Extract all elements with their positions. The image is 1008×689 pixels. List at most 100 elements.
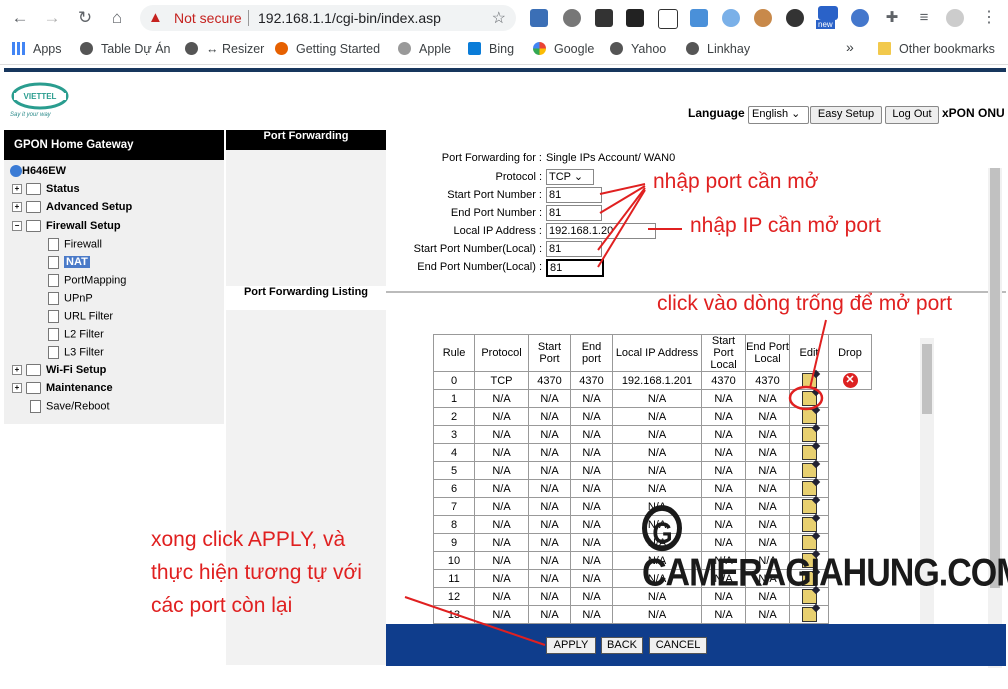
check-extension-icon[interactable]: [626, 9, 644, 27]
home-icon[interactable]: ⌂: [107, 8, 127, 28]
table-row[interactable]: 5 N/A N/A N/A N/A N/A N/A: [433, 461, 872, 480]
sidebar-item-nat[interactable]: NAT: [48, 256, 90, 269]
edit-cell[interactable]: [789, 407, 829, 426]
collapse-icon[interactable]: −: [12, 221, 22, 232]
edit-cell[interactable]: [789, 479, 829, 498]
table-cell: N/A: [528, 515, 571, 534]
delete-icon[interactable]: ✕: [842, 373, 858, 388]
reload-icon[interactable]: ↻: [75, 8, 95, 28]
url-text[interactable]: 192.168.1.1/cgi-bin/index.asp: [258, 10, 441, 26]
table-row[interactable]: 3 N/A N/A N/A N/A N/A N/A: [433, 425, 872, 444]
address-bar[interactable]: ▲ Not secure 192.168.1.1/cgi-bin/index.a…: [140, 5, 516, 31]
drop-cell[interactable]: ✕: [828, 371, 872, 390]
avatar[interactable]: [946, 9, 964, 27]
logout-button[interactable]: Log Out: [885, 106, 939, 124]
edit-icon[interactable]: [801, 409, 817, 424]
media-icon[interactable]: ≡: [915, 9, 933, 27]
start-local-input[interactable]: 81: [546, 241, 602, 257]
table-row[interactable]: 2 N/A N/A N/A N/A N/A N/A: [433, 407, 872, 426]
device-node[interactable]: H646EW: [10, 165, 66, 178]
sidebar-item-l3-filter[interactable]: L3 Filter: [48, 346, 104, 359]
bookmark-bing[interactable]: Bing: [468, 42, 514, 56]
edit-icon[interactable]: [801, 445, 817, 460]
sidebar-item-portmapping[interactable]: PortMapping: [48, 274, 126, 287]
table-cell: N/A: [612, 461, 702, 480]
start-port-input[interactable]: 81: [546, 187, 602, 203]
local-ip-input[interactable]: 192.168.1.20: [546, 223, 656, 239]
easy-setup-button[interactable]: Easy Setup: [810, 106, 882, 124]
table-row[interactable]: 4 N/A N/A N/A N/A N/A N/A: [433, 443, 872, 462]
sidebar-item-wifi[interactable]: + Wi-Fi Setup: [12, 364, 106, 377]
puzzle-icon[interactable]: ✚: [883, 9, 901, 27]
edit-cell[interactable]: [789, 605, 829, 624]
bookmark-linkhay[interactable]: Linkhay: [686, 42, 750, 56]
bookmark-google[interactable]: Google: [533, 42, 594, 56]
sidebar-item-l2-filter[interactable]: L2 Filter: [48, 328, 104, 341]
table-cell: 4370: [570, 371, 613, 390]
edit-icon[interactable]: [801, 373, 817, 388]
back-button[interactable]: BACK: [601, 637, 643, 654]
edit-cell[interactable]: [789, 389, 829, 408]
edit-icon[interactable]: [801, 463, 817, 478]
bookmark-getting-started[interactable]: Getting Started: [275, 42, 380, 56]
gear-extension-icon[interactable]: [563, 9, 581, 27]
table-row[interactable]: 0 TCP 4370 4370 192.168.1.201 4370 4370 ✕: [433, 371, 872, 390]
bookmark-resizer[interactable]: ↔ Resizer: [185, 42, 264, 56]
table-row[interactable]: 1 N/A N/A N/A N/A N/A N/A: [433, 389, 872, 408]
extension-icon[interactable]: [530, 9, 548, 27]
m-extension-icon[interactable]: [595, 9, 613, 27]
more-bookmarks[interactable]: »: [846, 39, 854, 55]
sidebar-item-firewall[interactable]: Firewall: [48, 238, 102, 251]
edit-icon[interactable]: [801, 481, 817, 496]
edit-cell[interactable]: [789, 461, 829, 480]
sidebar-item-firewall-setup[interactable]: − Firewall Setup: [12, 220, 121, 233]
table-row[interactable]: 13 N/A N/A N/A N/A N/A N/A: [433, 605, 872, 624]
cloud-extension-icon[interactable]: [722, 9, 740, 27]
cookie-extension-icon[interactable]: [754, 9, 772, 27]
edit-cell[interactable]: [789, 371, 829, 390]
cancel-button[interactable]: CANCEL: [649, 637, 707, 654]
sidebar-item-advanced[interactable]: + Advanced Setup: [12, 201, 132, 214]
bookmark-yahoo[interactable]: Yahoo: [610, 42, 666, 56]
protocol-select[interactable]: TCP ⌄: [546, 169, 594, 185]
bookmark-star-icon[interactable]: ☆: [492, 8, 506, 28]
security-warning[interactable]: Not secure: [174, 10, 242, 26]
bookmark-table[interactable]: Table Dự Án: [80, 42, 171, 56]
edit-icon[interactable]: [801, 427, 817, 442]
back-icon[interactable]: ←: [10, 8, 30, 28]
end-local-input[interactable]: 81: [546, 259, 604, 277]
h-extension-icon[interactable]: [658, 9, 678, 29]
expand-icon[interactable]: +: [12, 365, 22, 376]
table-cell: 6: [433, 479, 475, 498]
menu-icon[interactable]: ⋮: [980, 9, 998, 27]
table-row[interactable]: 6 N/A N/A N/A N/A N/A N/A: [433, 479, 872, 498]
edit-icon[interactable]: [801, 607, 817, 622]
end-port-input[interactable]: 81: [546, 205, 602, 221]
edit-cell[interactable]: [789, 425, 829, 444]
sidebar-item-status[interactable]: + Status: [12, 183, 80, 196]
sidebar-item-upnp[interactable]: UPnP: [48, 292, 93, 305]
sidebar-item-maintenance[interactable]: + Maintenance: [12, 382, 113, 395]
compass-extension-icon[interactable]: [851, 9, 869, 27]
bookmark-apps[interactable]: Apps: [12, 42, 62, 56]
expand-icon[interactable]: +: [12, 383, 22, 394]
sidebar-item-label: Maintenance: [46, 382, 113, 394]
language-select[interactable]: English ⌄: [748, 106, 809, 124]
scrollbar-thumb[interactable]: [922, 344, 932, 414]
new-extension-icon[interactable]: [818, 6, 838, 20]
edit-cell[interactable]: [789, 443, 829, 462]
table-cell: 3: [433, 425, 475, 444]
warning-icon: ▲: [148, 9, 163, 26]
blue-extension-icon[interactable]: [690, 9, 708, 27]
forward-icon[interactable]: →: [42, 8, 62, 28]
spy-extension-icon[interactable]: [786, 9, 804, 27]
expand-icon[interactable]: +: [12, 202, 22, 213]
bookmark-apple[interactable]: Apple: [398, 42, 451, 56]
other-bookmarks[interactable]: Other bookmarks: [878, 42, 995, 56]
sidebar-item-url-filter[interactable]: URL Filter: [48, 310, 113, 323]
edit-icon[interactable]: [801, 391, 817, 406]
sidebar-item-save[interactable]: Save/Reboot: [30, 400, 110, 413]
table-cell: 7: [433, 497, 475, 516]
expand-icon[interactable]: +: [12, 184, 22, 195]
apply-button[interactable]: APPLY: [546, 637, 596, 654]
